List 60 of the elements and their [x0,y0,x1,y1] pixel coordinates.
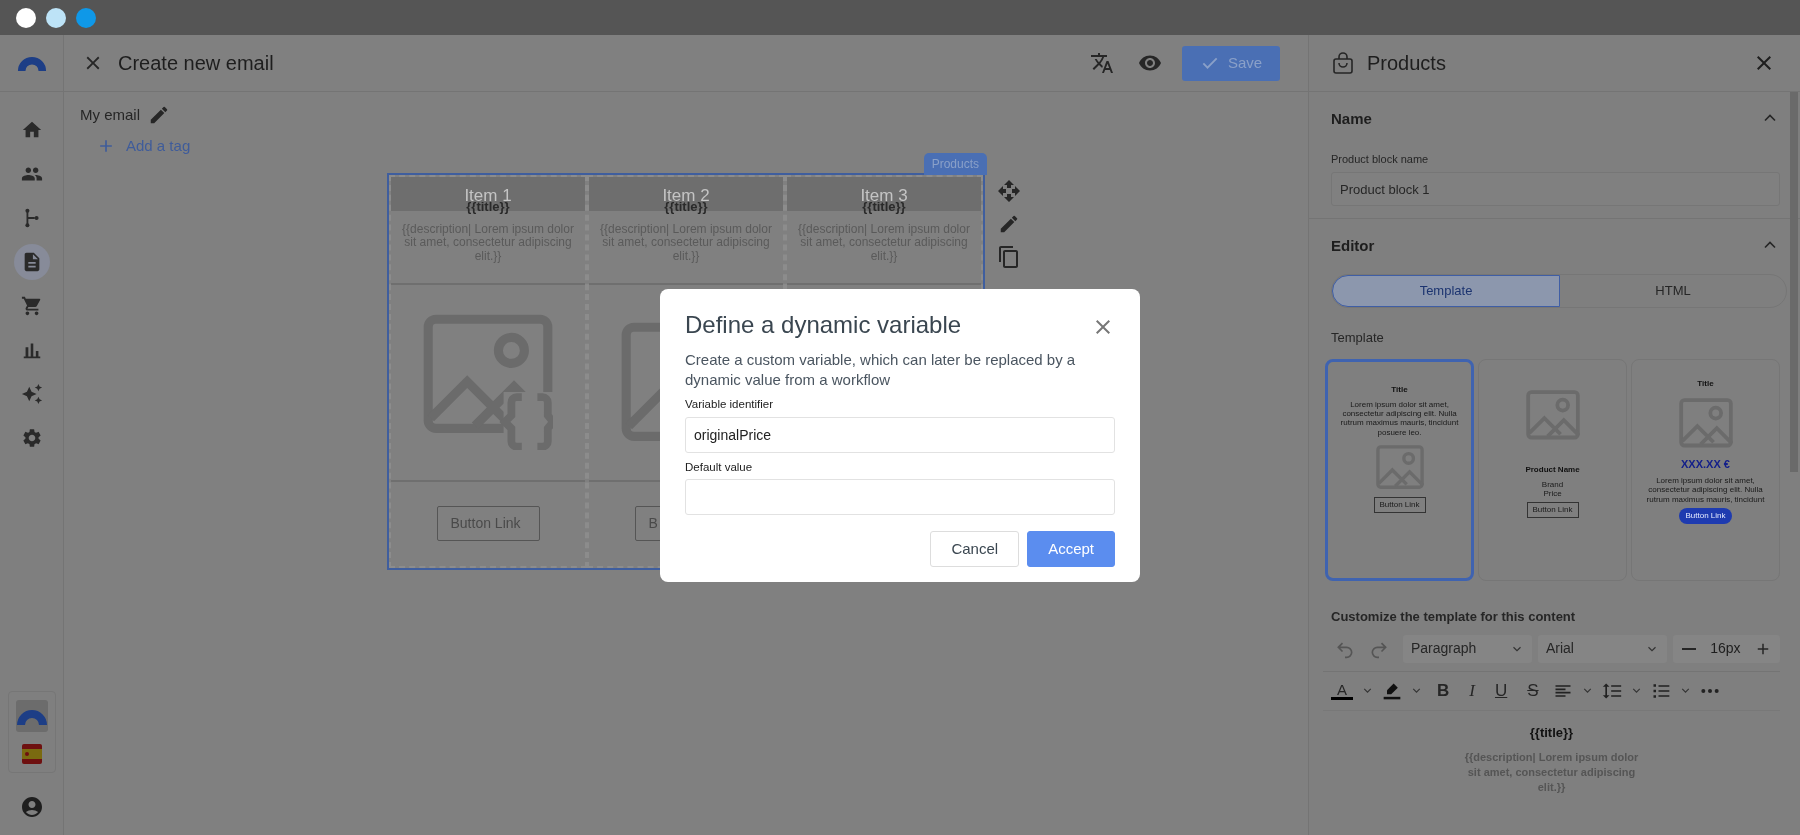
template-button: Button Link [1526,502,1579,519]
format-button[interactable]: S [1521,677,1545,704]
brand-text: Brand [1540,479,1565,489]
format-button[interactable]: B [1431,677,1456,704]
text-color-button[interactable]: A [1331,681,1353,700]
text-field[interactable] [685,478,1115,515]
bag-icon [1331,51,1355,75]
template-card[interactable]: Product Name Brand Price Button Link [1478,359,1627,581]
flag-icon[interactable] [21,744,42,764]
format-button[interactable]: U [1488,677,1514,704]
product-name: Product Name [1525,463,1580,476]
font-size-value: 16px [1710,639,1741,658]
font-select[interactable]: Arial [1537,634,1667,663]
cancel-button[interactable]: Cancel [930,530,1020,567]
editor-tab[interactable]: Template [1332,274,1560,307]
format-button[interactable]: I [1463,677,1481,704]
copy-icon[interactable] [997,245,1021,269]
dialog-title: Define a dynamic variable [685,311,962,340]
minus-icon [1680,646,1697,651]
template-title: Title [1391,384,1408,396]
dialog-description: Create a custom variable, which can later be replaced by a dynamic value from a workflow [685,349,1077,391]
window-dot[interactable] [76,7,96,28]
section-label: Template [1331,328,1385,347]
cart-icon [20,295,43,317]
text-field[interactable]: originalPrice [685,416,1115,453]
template-button: Button Link [1679,507,1732,524]
template-card[interactable]: Title Lorem ipsum dolor sit amet, consectetur adipiscing elit. Nulla rutrum maximus mauris, tincidunt posuere leo. Button Link [1325,359,1475,581]
template-text: Lorem ipsum dolor sit amet, consectetur adipiscing elit. Nulla rutrum maximus mauris, tincidunt posuere leo. [1339,400,1460,437]
section-heading: Name [1330,109,1372,129]
panel-title: Products [1367,51,1446,76]
template-button: Button Link [1373,496,1426,513]
preview-title: {{title}} [1528,723,1575,742]
template-title: Title [1697,378,1714,390]
window-dot[interactable] [46,7,66,28]
sparkle-icon [20,383,43,405]
page-title: Create new email [118,51,274,75]
pencil-icon[interactable] [998,213,1020,235]
field-label: Variable identifier [685,397,774,413]
account-icon[interactable] [19,795,44,819]
template-card[interactable]: Title XXX.XX € Lorem ipsum dolor sit amet, consectetur adipiscing elit. Nulla rutrum maximus mauris, tincidunt Button Link [1631,359,1780,581]
settings-icon [20,427,43,449]
field-label: Default value [685,459,754,475]
section-label: Customize the template for this content [1331,608,1577,626]
logo-icon[interactable] [16,55,47,71]
price-text: XXX.XX € [1681,456,1730,472]
move-icon[interactable] [997,179,1021,203]
price-text: Price [1542,488,1563,499]
nav-button[interactable] [13,244,50,280]
block-label: Products [923,153,987,175]
block-type-select[interactable]: Paragraph [1403,634,1532,663]
translate-icon [1090,51,1114,75]
editor-tab[interactable]: HTML [1560,274,1786,307]
section-heading: Editor [1330,236,1375,256]
name-field[interactable]: Product block 1 [1331,172,1780,206]
app-logo-icon[interactable] [15,700,48,732]
accept-button[interactable]: Accept [1027,530,1115,567]
template-text: Lorem ipsum dolor sit amet, consectetur adipiscing elit. Nulla rutrum maximus mauris, tincidunt [1645,476,1766,504]
window-dot[interactable] [16,7,36,28]
email-name: My email [80,105,140,125]
field-label: Product block name [1331,151,1430,167]
